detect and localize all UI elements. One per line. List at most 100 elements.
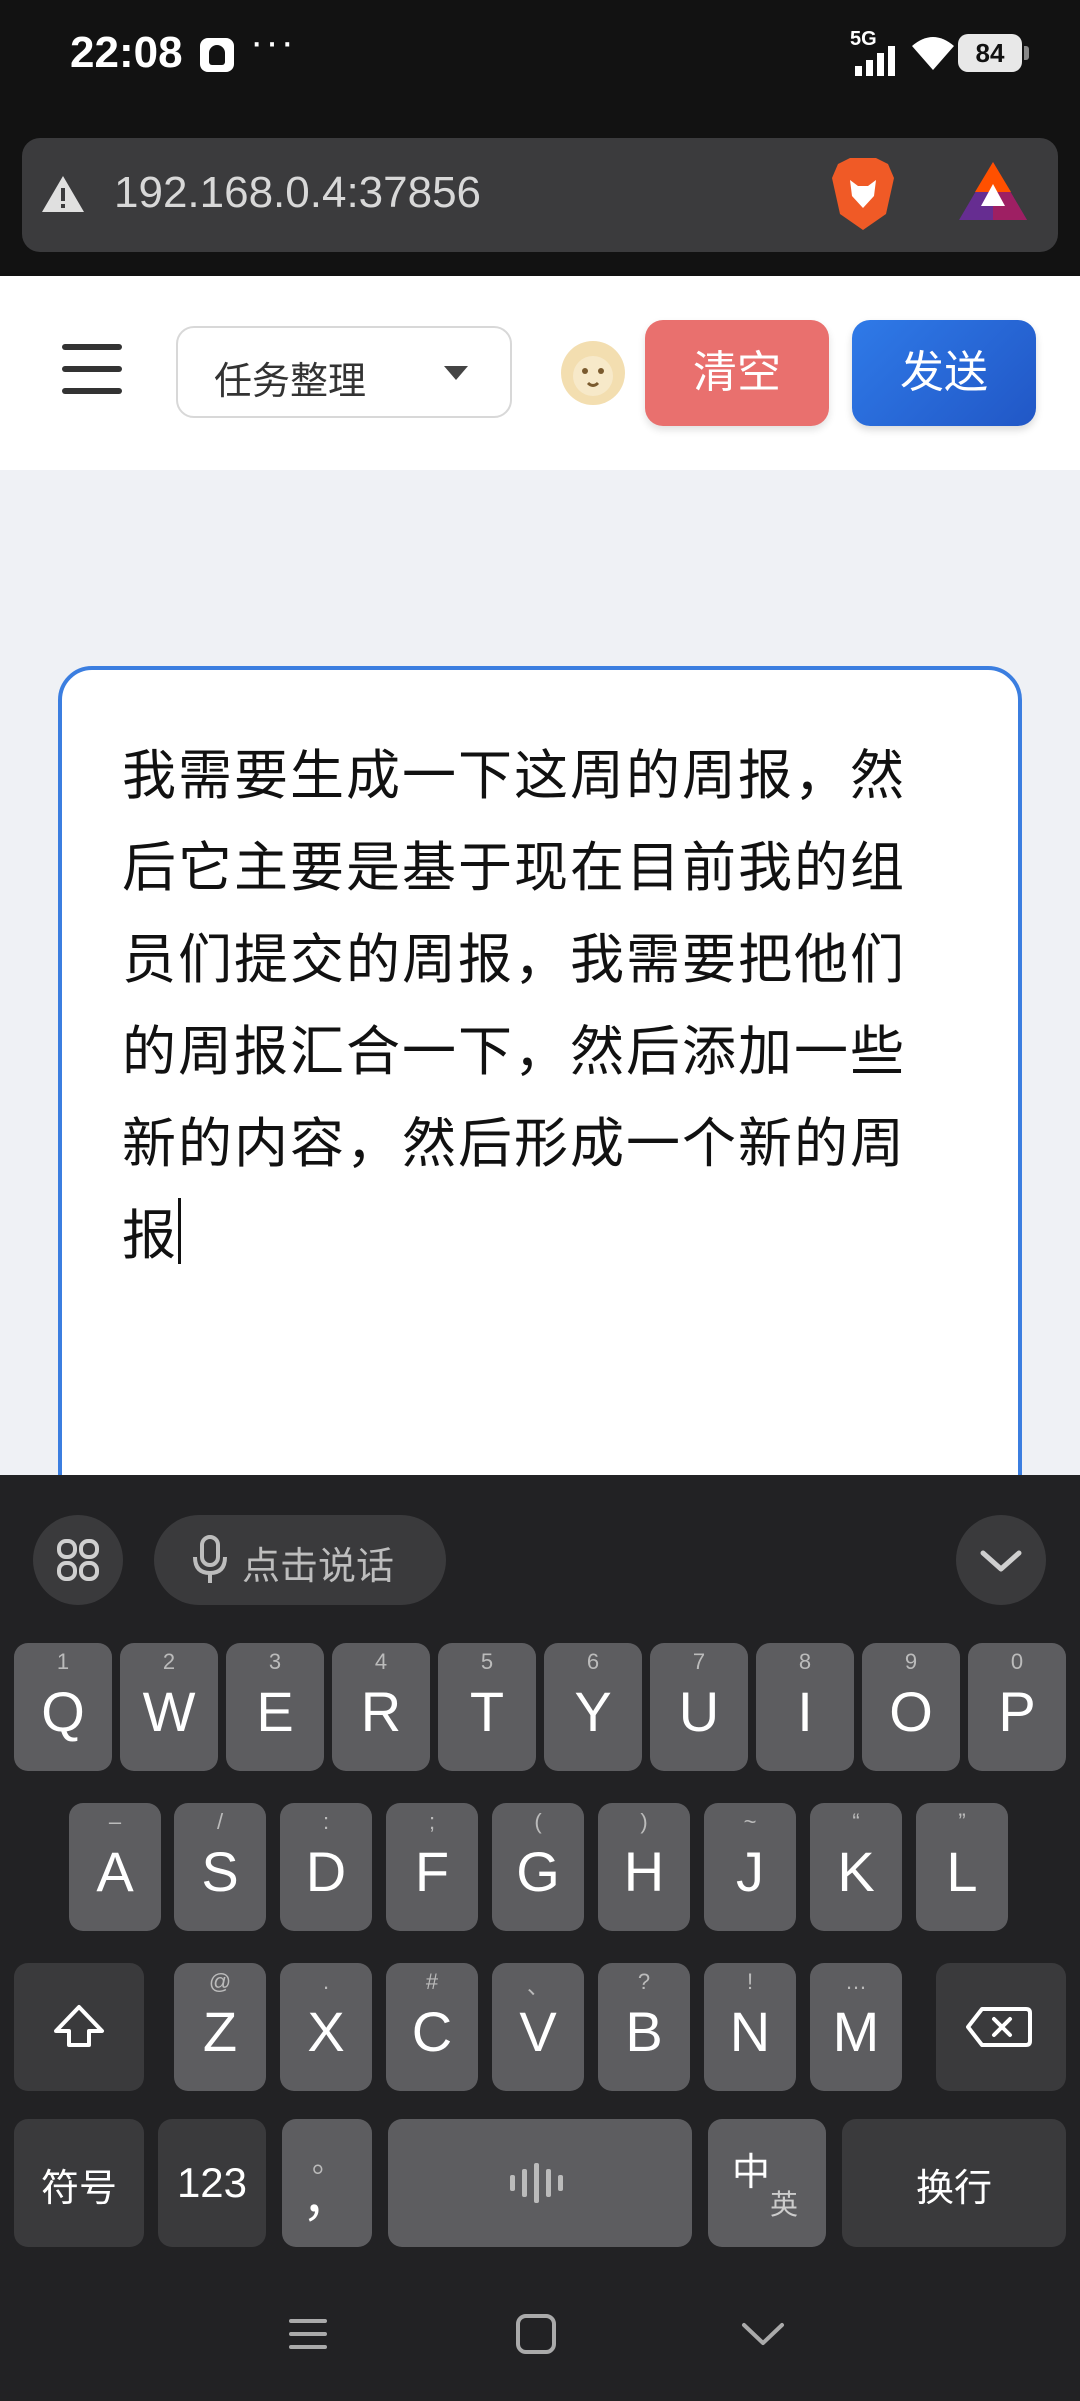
more-notifications-icon: ··· bbox=[250, 20, 296, 64]
key-i[interactable]: 8I bbox=[756, 1643, 854, 1771]
key-secondary-label: 8 bbox=[798, 1649, 812, 1674]
voice-wave-icon bbox=[510, 2163, 563, 2203]
shift-icon bbox=[54, 2005, 104, 2047]
key-g[interactable]: (G bbox=[492, 1803, 584, 1931]
key-secondary-label: ( bbox=[534, 1809, 542, 1834]
menu-icon[interactable] bbox=[62, 344, 122, 394]
enter-key[interactable]: 换行 bbox=[842, 2119, 1066, 2247]
key-secondary-label: # bbox=[425, 1969, 439, 1994]
key-q[interactable]: 1Q bbox=[14, 1643, 112, 1771]
key-label: I bbox=[797, 1680, 813, 1743]
comma-key[interactable]: 。 ， bbox=[282, 2119, 372, 2247]
url-text[interactable]: 192.168.0.4:37856 bbox=[114, 168, 481, 218]
voice-input-label: 点击说话 bbox=[242, 1544, 395, 1588]
mode-select-value: 任务整理 bbox=[214, 359, 367, 403]
key-t[interactable]: 5T bbox=[438, 1643, 536, 1771]
voice-input-button[interactable]: 点击说话 bbox=[154, 1515, 446, 1605]
hide-keyboard-button[interactable] bbox=[956, 1515, 1046, 1605]
message-text-content: 我需要生成一下这周的周报，然后它主要是基于现在目前我的组员们提交的周报，我需要把… bbox=[122, 744, 906, 1267]
key-label: W bbox=[142, 1680, 196, 1743]
key-x[interactable]: .X bbox=[280, 1963, 372, 2091]
key-f[interactable]: ; F bbox=[386, 1803, 478, 1931]
signal-icon bbox=[855, 46, 895, 76]
key-secondary-label: ! bbox=[746, 1969, 754, 1994]
message-text[interactable]: 我需要生成一下这周的周报，然后它主要是基于现在目前我的组员们提交的周报，我需要把… bbox=[122, 730, 952, 1282]
chevron-down-icon bbox=[444, 366, 468, 380]
recent-apps-icon[interactable] bbox=[283, 2309, 333, 2359]
language-switch-key[interactable]: 中 英 bbox=[708, 2119, 826, 2247]
key-r[interactable]: 4R bbox=[332, 1643, 430, 1771]
shift-key[interactable] bbox=[14, 1963, 144, 2091]
numbers-key[interactable]: 123 bbox=[158, 2119, 266, 2247]
key-c[interactable]: # C bbox=[386, 1963, 478, 2091]
mode-select[interactable]: 任务整理 bbox=[176, 326, 512, 418]
key-label: E bbox=[256, 1680, 294, 1743]
message-textarea[interactable]: 我需要生成一下这周的周报，然后它主要是基于现在目前我的组员们提交的周报，我需要把… bbox=[58, 666, 1022, 1475]
home-icon[interactable] bbox=[511, 2309, 561, 2359]
key-secondary-label: 3 bbox=[268, 1649, 282, 1674]
lion-logo-icon bbox=[561, 341, 625, 405]
key-secondary-label: – bbox=[108, 1809, 122, 1834]
key-label: T bbox=[469, 1680, 505, 1743]
clear-button[interactable]: 清空 bbox=[645, 320, 829, 426]
warning-icon[interactable] bbox=[40, 174, 86, 214]
battery-icon: 84 bbox=[958, 34, 1029, 72]
wifi-icon bbox=[912, 37, 954, 70]
key-z[interactable]: @ Z bbox=[174, 1963, 266, 2091]
backspace-key[interactable] bbox=[936, 1963, 1066, 2091]
key-secondary-label: 0 bbox=[1010, 1649, 1024, 1674]
key-h[interactable]: ) H bbox=[598, 1803, 690, 1931]
main-content: 我需要生成一下这周的周报，然后它主要是基于现在目前我的组员们提交的周报，我需要把… bbox=[0, 470, 1080, 1475]
key-k[interactable]: “K bbox=[810, 1803, 902, 1931]
key-b[interactable]: ? B bbox=[598, 1963, 690, 2091]
microphone-icon bbox=[193, 1535, 227, 1583]
key-m[interactable]: … M bbox=[810, 1963, 902, 2091]
key-y[interactable]: 6Y bbox=[544, 1643, 642, 1771]
key-label: C bbox=[411, 2000, 453, 2063]
key-label: Q bbox=[41, 1680, 85, 1743]
key-p[interactable]: 0P bbox=[968, 1643, 1066, 1771]
symbols-key[interactable]: 符号 bbox=[14, 2119, 144, 2247]
key-secondary-label: 、 bbox=[526, 1974, 549, 1999]
key-a[interactable]: – A bbox=[69, 1803, 161, 1931]
browser-toolbar: 192.168.0.4:37856 bbox=[0, 112, 1080, 276]
key-u[interactable]: 7U bbox=[650, 1643, 748, 1771]
key-label: A bbox=[96, 1840, 134, 1903]
key-secondary-label: 7 bbox=[692, 1649, 706, 1674]
key-label: B bbox=[625, 2000, 663, 2063]
key-secondary-label: 6 bbox=[586, 1649, 600, 1674]
app-header: 任务整理 清空 发送 bbox=[0, 276, 1080, 470]
brave-shields-icon[interactable] bbox=[828, 156, 898, 232]
send-button[interactable]: 发送 bbox=[852, 320, 1036, 426]
key-s[interactable]: / S bbox=[174, 1803, 266, 1931]
keyboard-menu-button[interactable] bbox=[33, 1515, 123, 1605]
key-label: P bbox=[998, 1680, 1036, 1743]
space-key[interactable] bbox=[388, 2119, 692, 2247]
notification-icon bbox=[200, 38, 234, 72]
key-label: D bbox=[305, 1840, 347, 1903]
key-l[interactable]: ” L bbox=[916, 1803, 1008, 1931]
key-label: U bbox=[678, 1680, 720, 1743]
text-cursor bbox=[178, 1198, 181, 1264]
key-e[interactable]: 3E bbox=[226, 1643, 324, 1771]
key-secondary-label: ” bbox=[958, 1809, 966, 1834]
key-secondary-label: : bbox=[322, 1809, 330, 1834]
chevron-down-icon bbox=[980, 1550, 1022, 1572]
rewards-icon[interactable] bbox=[957, 160, 1029, 222]
soft-keyboard: 点击说话 符号 123 。 ， 中 英 换行 1Q2W3E4R5T6Y7U8 I… bbox=[0, 1475, 1080, 2273]
key-secondary-label: “ bbox=[852, 1809, 860, 1834]
key-d[interactable]: :D bbox=[280, 1803, 372, 1931]
key-w[interactable]: 2W bbox=[120, 1643, 218, 1771]
key-label: M bbox=[832, 2000, 880, 2063]
key-j[interactable]: ~ J bbox=[704, 1803, 796, 1931]
key-n[interactable]: ! N bbox=[704, 1963, 796, 2091]
status-time: 22:08 bbox=[70, 28, 183, 77]
key-v[interactable]: 、 V bbox=[492, 1963, 584, 2091]
key-secondary-label: @ bbox=[208, 1969, 232, 1994]
status-bar: 22:08 ··· 5G 84 bbox=[0, 0, 1080, 112]
key-o[interactable]: 9O bbox=[862, 1643, 960, 1771]
address-bar[interactable]: 192.168.0.4:37856 bbox=[22, 138, 1058, 252]
key-secondary-label: ~ bbox=[743, 1809, 757, 1834]
back-icon[interactable] bbox=[738, 2309, 788, 2359]
key-label: X bbox=[307, 2000, 345, 2063]
